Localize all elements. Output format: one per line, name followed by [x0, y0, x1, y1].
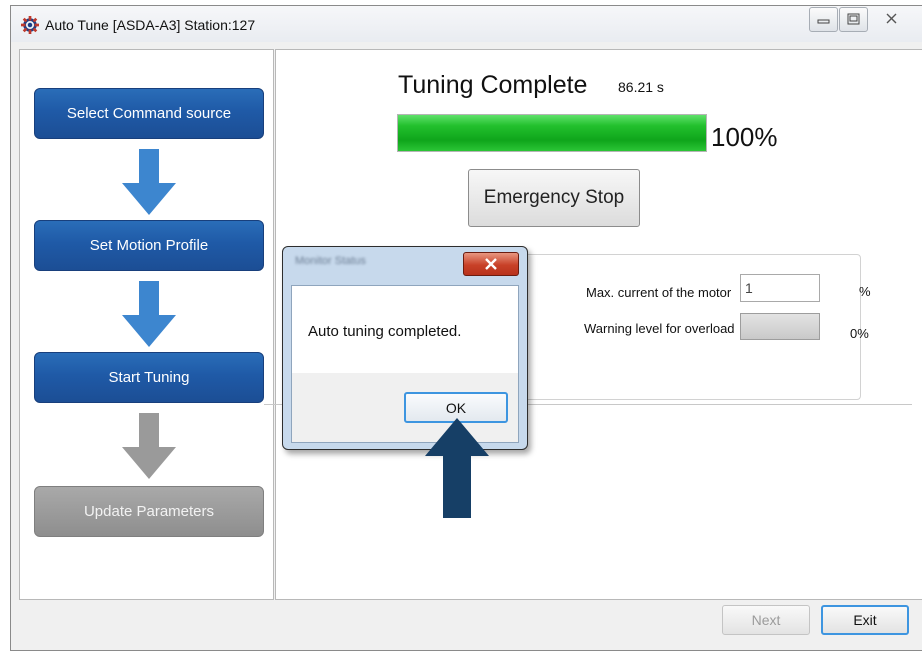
minimize-button[interactable] [809, 7, 838, 32]
step-label: Update Parameters [83, 503, 215, 520]
next-button[interactable]: Next [722, 605, 810, 635]
max-current-unit: % [859, 284, 871, 299]
maximize-button[interactable] [839, 7, 868, 32]
close-button[interactable] [877, 7, 906, 32]
exit-button[interactable]: Exit [821, 605, 909, 635]
step-label: Select Command source [66, 105, 232, 122]
completion-dialog: Monitor Status Auto tuning completed. OK [282, 246, 528, 450]
tuning-status-title: Tuning Complete [398, 71, 588, 99]
maximize-icon [847, 13, 860, 25]
arrow-down-icon [122, 281, 176, 347]
max-current-label: Max. current of the motor [586, 285, 732, 300]
dialog-message: Auto tuning completed. [308, 323, 462, 340]
elapsed-time: 86.21 s [618, 79, 664, 95]
minimize-icon [817, 19, 830, 24]
progress-percent: 100% [711, 122, 778, 152]
max-current-field: 1 [740, 274, 820, 302]
overload-level-bar [740, 313, 820, 340]
overload-label: Warning level for overload [584, 321, 735, 336]
arrow-down-icon [122, 413, 176, 479]
gear-icon [21, 16, 39, 34]
step-label: Start Tuning [108, 369, 190, 386]
arrow-down-icon [122, 149, 176, 215]
progress-fill [398, 115, 706, 151]
step-set-motion-profile: Set Motion Profile [34, 220, 264, 271]
steps-panel: Select Command source Set Motion Profile… [19, 49, 274, 600]
step-select-command-source: Select Command source [34, 88, 264, 139]
dialog-title-blurred: Monitor Status [295, 255, 366, 267]
dialog-close-button[interactable] [463, 252, 519, 276]
title-bar: Auto Tune [ASDA-A3] Station:127 [11, 6, 922, 42]
pointer-arrow-icon [425, 418, 489, 518]
tuning-progress-bar [397, 114, 707, 152]
close-icon [886, 13, 897, 24]
window-title: Auto Tune [ASDA-A3] Station:127 [45, 17, 256, 33]
step-start-tuning: Start Tuning [34, 352, 264, 403]
step-update-parameters: Update Parameters [34, 486, 264, 537]
emergency-stop-button[interactable]: Emergency Stop [468, 169, 640, 227]
overload-value: 0% [850, 326, 869, 341]
step-label: Set Motion Profile [89, 237, 209, 254]
close-icon [485, 258, 497, 270]
